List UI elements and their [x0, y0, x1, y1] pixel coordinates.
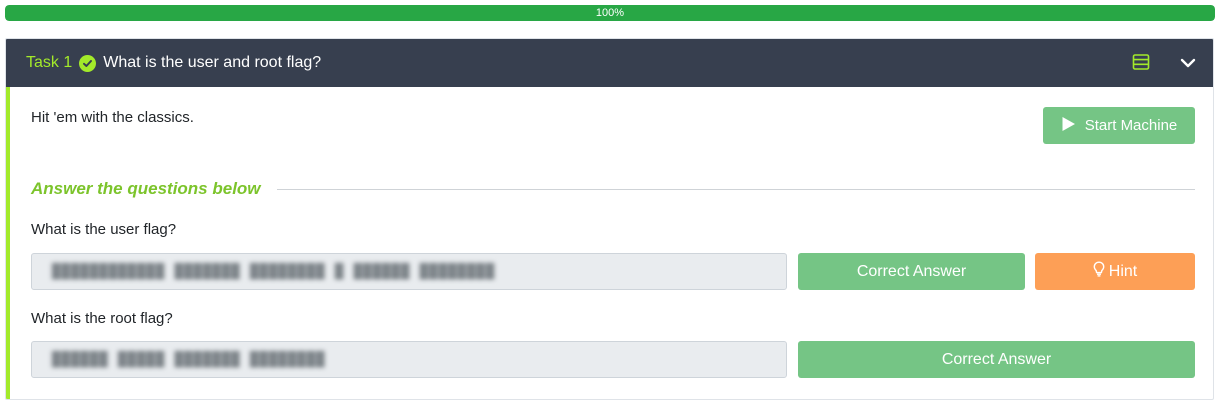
answer-field-1[interactable]: ████████████ ███████ ████████ █ ██████ █… — [31, 253, 787, 290]
progress-fill: 100% — [5, 5, 1215, 21]
progress-label: 100% — [595, 7, 625, 19]
section-divider — [276, 188, 1195, 190]
task-card: Task 1 What is the user and root flag? H… — [5, 38, 1214, 400]
progress-bar: 100% — [5, 5, 1215, 21]
task-body: Hit 'em with the classics. Start Machine… — [6, 87, 1213, 399]
hint-label: Hint — [1108, 262, 1138, 280]
task-number: Task 1 — [26, 54, 73, 71]
hint-button[interactable]: Hint — [1035, 253, 1195, 290]
lightbulb-icon — [1093, 261, 1105, 282]
answer-2-value: ██████ █████ ███████ ████████ — [52, 351, 326, 368]
check-circle-icon — [79, 54, 97, 72]
question-1-label: What is the user flag? — [31, 221, 177, 238]
task-header[interactable]: Task 1 What is the user and root flag? — [6, 39, 1213, 87]
correct-answer-label-2: Correct Answer — [941, 350, 1052, 368]
start-machine-button[interactable]: Start Machine — [1043, 107, 1195, 144]
start-machine-label: Start Machine — [1084, 117, 1178, 134]
questions-section-header: Answer the questions below — [31, 179, 1195, 199]
answer-1-value: ████████████ ███████ ████████ █ ██████ █… — [52, 263, 496, 280]
correct-answer-label-1: Correct Answer — [856, 262, 967, 280]
question-2-label: What is the root flag? — [31, 310, 173, 327]
correct-answer-button-2[interactable]: Correct Answer — [798, 341, 1195, 378]
play-icon — [1061, 116, 1076, 136]
correct-answer-button-1[interactable]: Correct Answer — [798, 253, 1025, 290]
section-title: Answer the questions below — [31, 179, 261, 198]
task-description: Hit 'em with the classics. — [31, 109, 194, 126]
chevron-down-icon[interactable] — [1179, 54, 1197, 72]
task-title: What is the user and root flag? — [103, 54, 322, 71]
answer-field-2[interactable]: ██████ █████ ███████ ████████ — [31, 341, 787, 378]
task-list-icon[interactable] — [1132, 53, 1150, 71]
